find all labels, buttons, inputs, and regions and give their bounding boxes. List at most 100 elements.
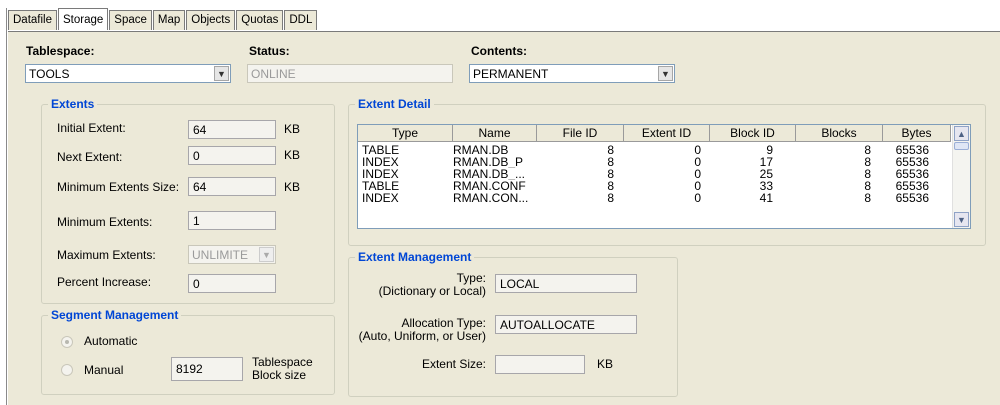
cell-name: RMAN.CON... <box>453 192 529 204</box>
tab-map[interactable]: Map <box>152 10 186 30</box>
cell-block-id: 25 <box>759 168 773 180</box>
cell-type: INDEX <box>362 192 399 204</box>
extent-type-label-line2: (Dictionary or Local) <box>378 284 486 298</box>
min-extents-value: 1 <box>193 214 200 228</box>
scrollbar-thumb[interactable] <box>954 142 969 150</box>
next-extent-input[interactable]: 0 <box>188 146 276 165</box>
table-header: Type Name File ID Extent ID Block ID Blo… <box>358 125 951 143</box>
initial-extent-value: 64 <box>193 123 207 137</box>
cell-block-id: 17 <box>759 156 773 168</box>
chevron-down-icon[interactable]: ▼ <box>214 66 229 81</box>
cell-extent-id: 0 <box>694 180 701 192</box>
contents-select[interactable]: PERMANENT ▼ <box>469 64 675 83</box>
contents-label: Contents: <box>471 44 527 58</box>
cell-file-id: 8 <box>607 168 614 180</box>
extent-management-title: Extent Management <box>355 250 475 264</box>
column-header-bytes[interactable]: Bytes <box>883 125 951 142</box>
chevron-down-icon[interactable]: ▼ <box>954 212 969 227</box>
segment-management-title: Segment Management <box>48 308 182 322</box>
column-header-block-id[interactable]: Block ID <box>710 125 796 142</box>
cell-blocks: 8 <box>864 144 871 156</box>
table-row[interactable]: TABLE RMAN.CONF 8 0 33 8 65536 <box>362 180 929 192</box>
next-extent-unit: KB <box>284 148 301 162</box>
allocation-type-value: AUTOALLOCATE <box>500 318 595 332</box>
cell-type: INDEX <box>362 156 399 168</box>
next-extent-value: 0 <box>193 149 200 163</box>
tablespace-select[interactable]: TOOLS ▼ <box>25 64 231 83</box>
cell-block-id: 41 <box>759 192 773 204</box>
cell-bytes: 65536 <box>895 156 929 168</box>
percent-increase-label: Percent Increase: <box>57 275 152 289</box>
min-extents-size-input[interactable]: 64 <box>188 177 276 196</box>
cell-bytes: 65536 <box>895 168 929 180</box>
column-header-name[interactable]: Name <box>453 125 537 142</box>
tab-storage[interactable]: Storage <box>58 8 109 30</box>
min-extents-size-unit: KB <box>284 180 301 194</box>
block-size-value: 8192 <box>176 362 203 376</box>
table-row[interactable]: TABLE RMAN.DB 8 0 9 8 65536 <box>362 144 929 156</box>
table-row[interactable]: INDEX RMAN.CON... 8 0 41 8 65536 <box>362 192 929 204</box>
cell-type: TABLE <box>362 144 400 156</box>
column-header-blocks[interactable]: Blocks <box>796 125 883 142</box>
cell-blocks: 8 <box>864 192 871 204</box>
cell-block-id: 33 <box>759 180 773 192</box>
initial-extent-unit: KB <box>284 122 301 136</box>
table-row[interactable]: INDEX RMAN.DB_P 8 0 17 8 65536 <box>362 156 929 168</box>
tab-datafile[interactable]: Datafile <box>8 10 57 30</box>
table-body: TABLE RMAN.DB 8 0 9 8 65536 INDEX RMAN.D… <box>362 144 929 204</box>
tab-quotas[interactable]: Quotas <box>236 10 284 30</box>
table-scrollbar[interactable]: ▲ ▼ <box>952 125 970 228</box>
cell-extent-id: 0 <box>694 144 701 156</box>
chevron-up-icon[interactable]: ▲ <box>954 126 969 141</box>
cell-name: RMAN.DB_... <box>453 168 526 180</box>
initial-extent-label: Initial Extent: <box>57 121 126 135</box>
allocation-type-label: Allocation Type: (Auto, Uniform, or User… <box>356 317 486 343</box>
max-extents-label: Maximum Extents: <box>57 248 156 262</box>
tab-space[interactable]: Space <box>109 10 152 30</box>
cell-file-id: 8 <box>607 144 614 156</box>
cell-extent-id: 0 <box>694 156 701 168</box>
cell-type: INDEX <box>362 168 399 180</box>
min-extents-size-value: 64 <box>193 180 207 194</box>
extent-size-unit: KB <box>597 357 614 371</box>
cell-block-id: 9 <box>766 144 773 156</box>
cell-blocks: 8 <box>864 156 871 168</box>
cell-name: RMAN.DB_P <box>453 156 524 168</box>
chevron-down-icon: ▼ <box>259 247 274 262</box>
manual-radio[interactable] <box>61 364 73 376</box>
column-header-type[interactable]: Type <box>358 125 453 142</box>
allocation-type-field: AUTOALLOCATE <box>495 315 637 334</box>
cell-file-id: 8 <box>607 180 614 192</box>
table-row[interactable]: INDEX RMAN.DB_... 8 0 25 8 65536 <box>362 168 929 180</box>
cell-extent-id: 0 <box>694 192 701 204</box>
max-extents-select: UNLIMITE ▼ <box>188 245 276 264</box>
cell-bytes: 65536 <box>895 192 929 204</box>
extents-title: Extents <box>48 97 98 111</box>
extent-detail-title: Extent Detail <box>355 97 434 111</box>
status-label: Status: <box>249 44 290 58</box>
cell-blocks: 8 <box>864 168 871 180</box>
manual-label: Manual <box>84 363 124 377</box>
cell-extent-id: 0 <box>694 168 701 180</box>
extent-detail-table[interactable]: Type Name File ID Extent ID Block ID Blo… <box>357 124 971 229</box>
chevron-down-icon[interactable]: ▼ <box>658 66 673 81</box>
automatic-radio[interactable] <box>61 336 73 348</box>
percent-increase-value: 0 <box>193 277 200 291</box>
extent-type-value: LOCAL <box>500 277 540 291</box>
status-value: ONLINE <box>251 67 296 81</box>
cell-bytes: 65536 <box>895 144 929 156</box>
block-size-label-line2: Block size <box>252 368 307 382</box>
window-left-border <box>6 8 7 405</box>
min-extents-label: Minimum Extents: <box>57 215 153 229</box>
min-extents-input[interactable]: 1 <box>188 211 276 230</box>
column-header-extent-id[interactable]: Extent ID <box>624 125 710 142</box>
extent-type-label: Type: (Dictionary or Local) <box>356 272 486 298</box>
cell-file-id: 8 <box>607 156 614 168</box>
initial-extent-input[interactable]: 64 <box>188 120 276 139</box>
tab-objects[interactable]: Objects <box>186 10 236 30</box>
column-header-file-id[interactable]: File ID <box>537 125 624 142</box>
allocation-type-label-line2: (Auto, Uniform, or User) <box>358 329 486 343</box>
tab-ddl[interactable]: DDL <box>284 10 318 30</box>
percent-increase-input[interactable]: 0 <box>188 274 276 293</box>
next-extent-label: Next Extent: <box>57 150 123 164</box>
